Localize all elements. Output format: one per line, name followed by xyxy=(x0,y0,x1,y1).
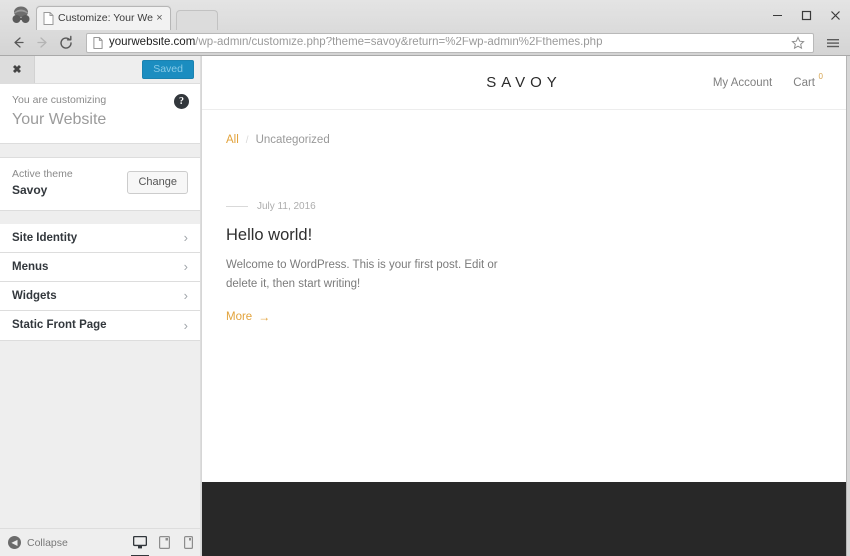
page-favicon xyxy=(43,12,54,25)
customizer-header: ✖ Saved xyxy=(0,56,200,84)
window-controls xyxy=(763,0,850,30)
theme-info: Active theme Savoy xyxy=(12,167,127,198)
tab-title: Customize: Your Website - xyxy=(58,13,153,24)
customizer-footer: ◀ Collapse xyxy=(0,528,200,556)
sidebar-item-widgets[interactable]: Widgets › xyxy=(0,281,200,311)
browser-menu-icon[interactable] xyxy=(822,32,844,54)
meta-dash-decoration xyxy=(226,206,248,207)
active-theme-label: Active theme xyxy=(12,168,73,181)
cart-link[interactable]: Cart 0 xyxy=(793,72,823,89)
site-header: SAVOY My Account Cart 0 xyxy=(202,56,846,110)
address-bar-url: yourwebsite.com/wp-admin/customize.php?t… xyxy=(109,37,602,49)
collapse-label: Collapse xyxy=(27,536,68,549)
breadcrumb-category[interactable]: Uncategorized xyxy=(256,134,330,146)
sidebar-item-site-identity[interactable]: Site Identity › xyxy=(0,223,200,253)
sidebar-item-label: Static Front Page xyxy=(12,319,107,332)
incognito-profile-icon[interactable] xyxy=(6,3,36,27)
more-label: More xyxy=(226,311,253,324)
browser-titlebar: Customize: Your Website - × xyxy=(0,0,850,30)
browser-window: Customize: Your Website - × xyxy=(0,0,850,556)
theme-preview-frame: SAVOY My Account Cart 0 All / Uncategoriz… xyxy=(202,56,847,556)
sidebar-item-static-front-page[interactable]: Static Front Page › xyxy=(0,310,200,340)
post-meta: July 11, 2016 xyxy=(226,201,508,212)
page-info-icon xyxy=(93,36,103,49)
save-button[interactable]: Saved xyxy=(142,59,194,80)
customizer-sections-list: Site Identity › Menus › Widgets › Static… xyxy=(0,223,200,341)
my-account-link[interactable]: My Account xyxy=(713,77,772,89)
customizing-label: You are customizing xyxy=(12,94,107,106)
chevron-right-icon: › xyxy=(183,317,188,333)
back-button[interactable] xyxy=(6,31,30,55)
browser-toolbar: yourwebsite.com/wp-admin/customize.php?t… xyxy=(0,30,850,55)
collapse-button[interactable]: ◀ Collapse xyxy=(8,536,68,549)
tab-close-icon[interactable]: × xyxy=(153,12,166,25)
sidebar-item-label: Site Identity xyxy=(12,231,78,244)
post-excerpt: Welcome to WordPress. This is your first… xyxy=(226,259,498,291)
tablet-preview-icon[interactable] xyxy=(152,529,176,556)
sidebar-item-menus[interactable]: Menus › xyxy=(0,252,200,282)
reload-button[interactable] xyxy=(54,31,78,55)
address-bar[interactable]: yourwebsite.com/wp-admin/customize.php?t… xyxy=(86,32,814,53)
url-domain: yourwebsite.com xyxy=(109,36,196,48)
header-spacer xyxy=(35,56,142,83)
device-preview-switcher xyxy=(128,529,200,556)
url-path: /wp-admin/customize.php?theme=savoy&retu… xyxy=(195,36,603,48)
active-theme-name: Savoy xyxy=(12,182,48,197)
chevron-right-icon: › xyxy=(183,230,188,246)
chevron-right-icon: › xyxy=(183,288,188,304)
post-title[interactable]: Hello world! xyxy=(226,225,508,246)
customizing-panel: You are customizing Your Website ? xyxy=(0,84,200,145)
chevron-right-icon: › xyxy=(183,259,188,275)
active-theme-panel: Active theme Savoy Change xyxy=(0,157,200,211)
window-close-button[interactable] xyxy=(821,0,850,30)
arrow-right-icon: → xyxy=(258,310,271,325)
site-title: Your Website xyxy=(12,110,107,128)
panel-gap xyxy=(0,144,200,158)
post-more-link[interactable]: More → xyxy=(226,310,270,324)
breadcrumb-all-link[interactable]: All xyxy=(226,134,239,146)
list-gap xyxy=(0,210,200,224)
browser-chrome: Customize: Your Website - × xyxy=(0,0,850,56)
sidebar-item-label: Widgets xyxy=(12,289,57,302)
close-customizer-button[interactable]: ✖ xyxy=(0,56,35,83)
site-footer xyxy=(202,482,846,556)
cart-label: Cart xyxy=(793,76,815,89)
change-theme-button[interactable]: Change xyxy=(127,171,188,195)
breadcrumb: All / Uncategorized xyxy=(202,110,846,146)
post-date: July 11, 2016 xyxy=(257,201,316,212)
desktop-preview-icon[interactable] xyxy=(128,529,152,556)
collapse-arrow-icon: ◀ xyxy=(8,536,21,549)
sidebar-item-label: Menus xyxy=(12,260,49,273)
new-tab-button[interactable] xyxy=(176,10,218,30)
mobile-preview-icon[interactable] xyxy=(176,529,200,556)
window-maximize-button[interactable] xyxy=(792,0,821,30)
sidebar-filler xyxy=(0,340,200,528)
header-navigation: My Account Cart 0 xyxy=(713,72,823,89)
window-minimize-button[interactable] xyxy=(763,0,792,30)
bookmark-star-icon[interactable] xyxy=(791,35,807,52)
forward-button xyxy=(30,31,54,55)
browser-tab[interactable]: Customize: Your Website - × xyxy=(36,6,171,30)
breadcrumb-separator: / xyxy=(245,134,249,146)
customizer-sidebar: ✖ Saved You are customizing Your Website… xyxy=(0,56,201,556)
post-item: July 11, 2016 Hello world! Welcome to Wo… xyxy=(202,146,532,325)
help-icon[interactable]: ? xyxy=(174,94,189,109)
cart-count-badge: 0 xyxy=(818,71,823,81)
